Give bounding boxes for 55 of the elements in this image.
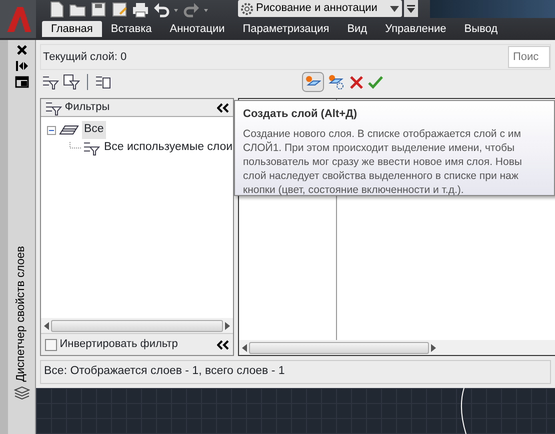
- filter-icon: [83, 140, 100, 156]
- tooltip-text: СЛОЙ1. При этом происходит выделение имени, чтобы: [243, 140, 516, 154]
- ribbon-tab[interactable]: Параметризация: [234, 21, 338, 37]
- invert-filter-checkbox[interactable]: [45, 338, 57, 350]
- redo-icon[interactable]: [183, 1, 209, 18]
- layer-states-icon[interactable]: [94, 74, 112, 90]
- ribbon-tab[interactable]: Вид: [338, 21, 376, 37]
- close-icon[interactable]: [16, 44, 28, 56]
- checkbox-label: Инвертировать фильтр: [60, 337, 178, 352]
- ribbon-tab[interactable]: Главная: [42, 21, 102, 37]
- auto-hide-icon[interactable]: [14, 60, 28, 72]
- tooltip-text: слой наследует свойства выделенного в списке при наж: [243, 168, 520, 182]
- tree-item[interactable]: Все используемые слои: [102, 139, 233, 157]
- save-icon[interactable]: [90, 1, 107, 18]
- filter-icon[interactable]: [42, 74, 59, 90]
- caret-icon: [407, 5, 415, 13]
- search-field[interactable]: Поис: [508, 46, 550, 68]
- tooltip-text: Создание нового слоя. В списке отображается слой с им: [243, 126, 522, 140]
- new-file-icon[interactable]: [48, 1, 65, 18]
- new-layer-button[interactable]: [302, 72, 324, 92]
- new-frozen-layer-icon[interactable]: [328, 74, 344, 90]
- tree-item[interactable]: Все: [82, 121, 106, 139]
- collapse-icon[interactable]: [217, 340, 229, 350]
- workspace-dropdown[interactable]: Рисование и аннотации: [238, 0, 402, 17]
- tooltip-text: пользователь мог сразу же ввести новое имя слоя. Новы: [243, 154, 523, 168]
- customize-button[interactable]: [404, 0, 418, 17]
- palette-title: Диспетчер свойств слоев: [14, 246, 28, 382]
- left-arrow-icon[interactable]: [44, 322, 49, 330]
- undo-icon[interactable]: [153, 1, 179, 18]
- status-bar: Все: Отображается слоев - 1, всего слоев - 1: [40, 360, 551, 384]
- horizontal-scrollbar[interactable]: [239, 340, 555, 355]
- tooltip-text: кнопки (цвет, состояние включенности и т.д.).: [243, 182, 465, 196]
- right-arrow-icon[interactable]: [431, 344, 436, 352]
- tooltip-title: Создать слой (Alt+Д): [243, 107, 358, 122]
- group-filter-icon[interactable]: [63, 74, 80, 90]
- delete-icon[interactable]: [348, 74, 364, 90]
- ribbon-tab[interactable]: Вставка: [102, 21, 161, 37]
- left-arrow-icon[interactable]: [242, 344, 247, 352]
- save-as-icon[interactable]: [111, 1, 128, 18]
- collapse-icon[interactable]: [217, 102, 229, 112]
- horizontal-scrollbar[interactable]: [41, 318, 233, 333]
- layers-icon: [14, 386, 30, 400]
- properties-icon[interactable]: [14, 76, 28, 88]
- right-arrow-icon[interactable]: [225, 322, 230, 330]
- collapse-toggle-icon[interactable]: [47, 126, 56, 134]
- ribbon-tab[interactable]: Управление: [376, 21, 456, 37]
- layers-icon: [58, 123, 80, 137]
- ribbon-tab[interactable]: Вывод: [455, 21, 507, 37]
- current-layer-label: Текущий слой: 0: [43, 50, 127, 65]
- print-icon[interactable]: [132, 1, 149, 18]
- ribbon-tab[interactable]: Аннотации: [160, 21, 234, 37]
- panel-header: Фильтры: [64, 100, 110, 116]
- checkmark-icon[interactable]: [368, 74, 382, 90]
- caret-icon: [390, 6, 399, 12]
- gear-icon: [240, 2, 254, 16]
